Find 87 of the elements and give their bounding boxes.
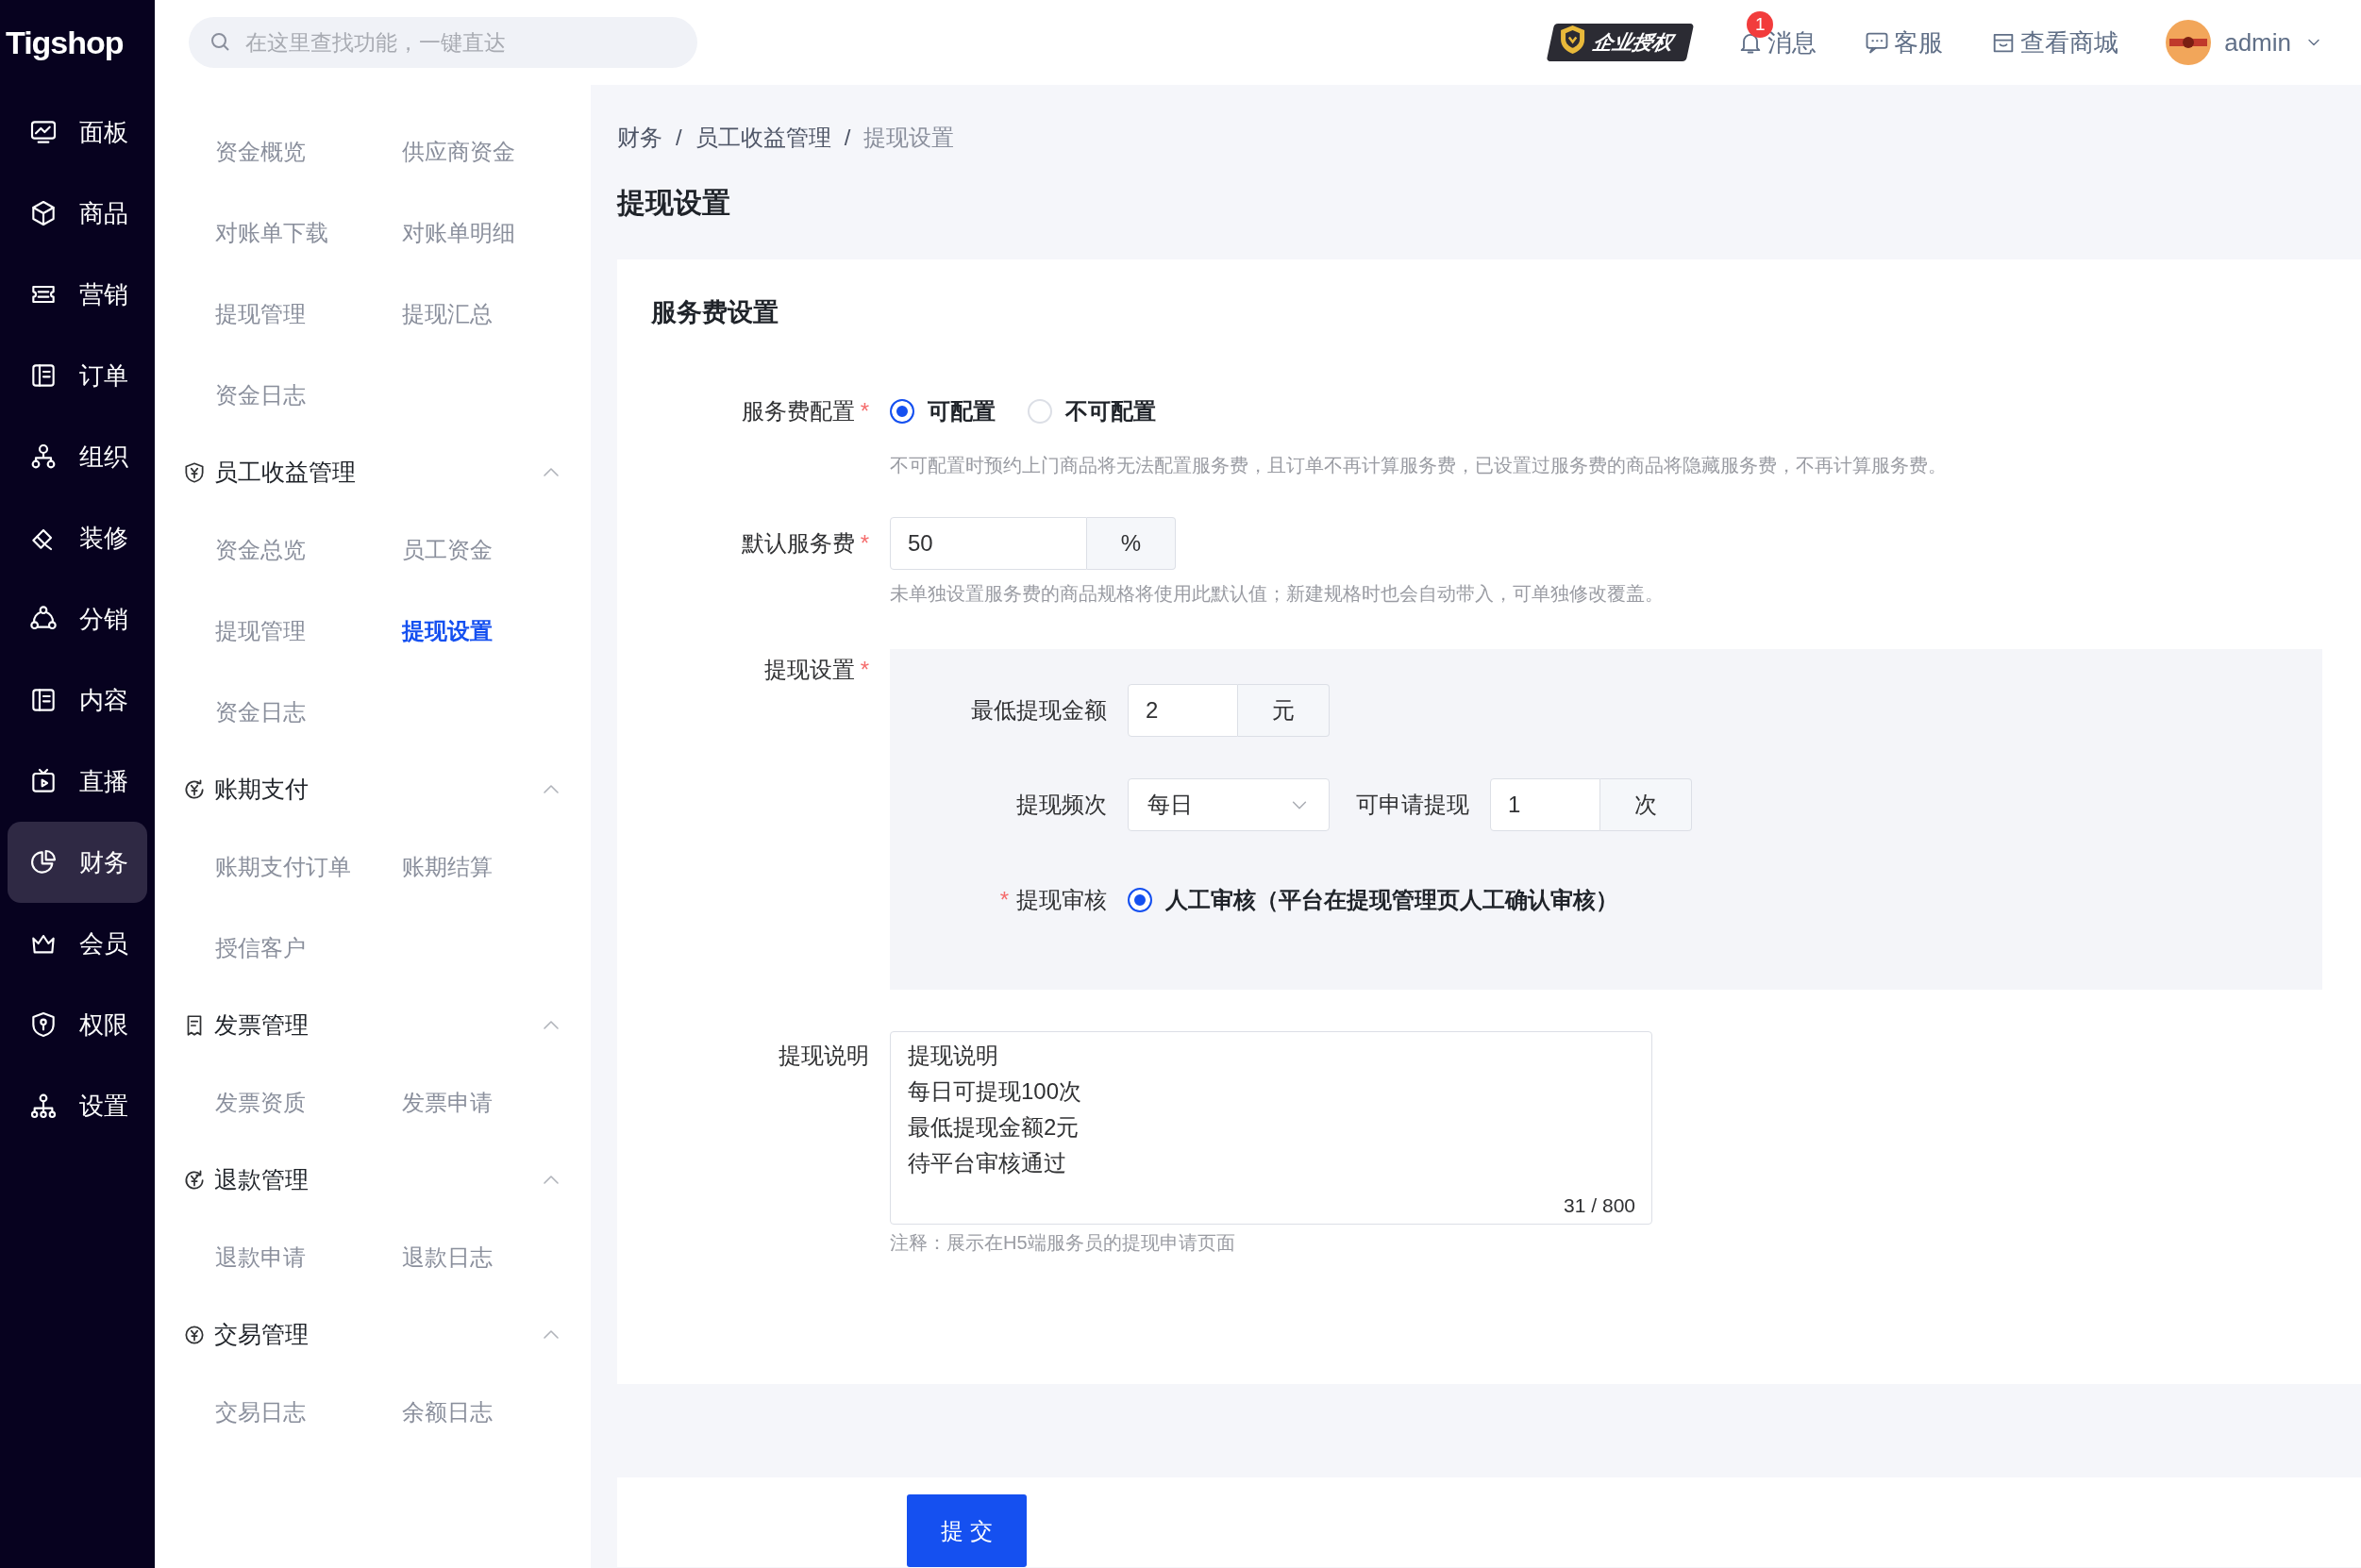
sidebar-item[interactable]: 内容 [8,659,147,741]
sidebar-item[interactable]: 权限 [8,984,147,1065]
submenu-item[interactable]: 提现汇总 [402,274,589,355]
sidebar-item[interactable]: 营销 [8,254,147,335]
submenu-item[interactable]: 资金概览 [215,111,402,192]
help-text: 不可配置时预约上门商品将无法配置服务费，且订单不再计算服务费，已设置过服务费的商品将隐藏服务费，不再计算服务费。 [890,453,1947,477]
text-line: 每日可提现100次 [908,1076,1082,1106]
field-label: 可申请提现 [1356,791,1469,817]
section-title: 服务费设置 [651,297,779,328]
submenu-item[interactable]: 提现管理 [215,274,402,355]
field-label: 提现审核 [1016,886,1107,912]
shield-yen-icon [182,460,207,485]
submenu-item[interactable]: 余额日志 [402,1372,589,1453]
help-text: 注释：展示在H5端服务员的提现申请页面 [890,1230,1236,1255]
field-label: 提现设置 [763,656,855,682]
submenu-item[interactable]: 交易日志 [215,1372,402,1453]
submenu-item[interactable]: 对账单明细 [402,192,589,274]
submenu-item[interactable]: 资金日志 [215,355,402,436]
store-link[interactable]: 查看商城 [1990,24,2119,61]
logo: Tigshop [6,23,124,62]
submenu-item[interactable]: 账期结算 [402,826,589,908]
sidebar-item[interactable]: 财务 [8,822,147,903]
unit-addon: % [1087,516,1176,570]
fee-input[interactable]: 50 [890,516,1087,570]
breadcrumb-separator: / [676,124,682,152]
submenu-item[interactable]: 对账单下载 [215,192,402,274]
submenu-item[interactable]: 供应商资金 [402,111,589,192]
menu-group-header[interactable]: 退款管理 [155,1143,591,1217]
sidebar-item[interactable]: 分销 [8,578,147,659]
submenu-item[interactable]: 账期支付订单 [215,826,402,908]
sidebar-item[interactable]: 组织 [8,416,147,497]
text-line: 最低提现金额2元 [908,1112,1080,1142]
sidebar-item[interactable]: 面板 [8,92,147,173]
menu-group-header[interactable]: 员工收益管理 [155,436,591,509]
field-label: 提现说明 [779,1042,869,1068]
count-input[interactable]: 1 [1490,777,1600,831]
search-field[interactable]: 在这里查找功能，一键直达 [189,17,697,68]
submenu-item[interactable]: 提现管理 [215,591,402,672]
radio-button[interactable] [890,398,914,424]
breadcrumb-item[interactable]: 员工收益管理 [695,121,831,155]
breadcrumb-separator: / [844,124,851,152]
submenu-item[interactable]: 发票资质 [215,1062,402,1143]
page-title: 提现设置 [617,186,731,220]
menu-group-header[interactable]: 账期支付 [155,753,591,826]
submenu-item[interactable]: 提现设置 [402,591,589,672]
text-line: 待平台审核通过 [908,1148,1066,1177]
required-mark: * [999,886,1009,912]
required-mark: * [860,529,869,556]
submenu-item[interactable]: 员工资金 [402,509,589,591]
field-label: 提现频次 [1016,791,1107,817]
submenu-item[interactable]: 发票申请 [402,1062,589,1143]
required-mark: * [860,397,869,424]
help-text: 未单独设置服务费的商品规格将使用此默认值；新建规格时也会自动带入，可单独修改覆盖。 [890,581,1664,606]
option-label: 人工审核（平台在提现管理页人工确认审核） [1165,885,1618,914]
radio-button[interactable] [1128,887,1152,912]
text-line: 提现说明 [908,1041,998,1070]
frequency-select[interactable]: 每日 [1128,777,1330,831]
sidebar-item[interactable]: 会员 [8,903,147,984]
field-label: 最低提现金额 [971,696,1107,723]
option-label: 可配置 [928,396,996,425]
avatar [2166,20,2212,65]
shield-icon [1558,24,1587,57]
unit-addon: 次 [1600,777,1692,831]
field-label: 服务费配置 [741,397,855,424]
submenu-item[interactable]: 资金日志 [215,672,402,753]
amount-input[interactable]: 2 [1128,683,1238,737]
submenu-item[interactable]: 退款申请 [215,1217,402,1298]
sidebar-item[interactable]: 直播 [8,741,147,822]
submenu-item[interactable]: 授信客户 [215,908,402,989]
field-label: 默认服务费 [741,529,855,556]
sidebar-item[interactable]: 订单 [8,335,147,416]
menu-group-header[interactable]: 交易管理 [155,1298,591,1372]
service-link[interactable]: 客服 [1864,24,1944,61]
breadcrumb-item[interactable]: 财务 [617,121,662,155]
submit-button[interactable]: 提 交 [907,1494,1027,1567]
user-menu[interactable]: admin [2166,20,2323,65]
sidebar-item[interactable]: 设置 [8,1065,147,1146]
sidebar-item[interactable]: 商品 [8,173,147,254]
breadcrumb-item: 提现设置 [863,124,955,152]
unit-addon: 元 [1238,683,1330,737]
required-mark: * [860,656,869,682]
menu-group-header[interactable]: 发票管理 [155,989,591,1062]
sidebar-item[interactable]: 装修 [8,497,147,578]
submenu-item[interactable]: 退款日志 [402,1217,589,1298]
license-tag: 企业授权 [1546,24,1695,61]
option-label: 不可配置 [1065,396,1156,425]
submenu-item[interactable]: 资金总览 [215,509,402,591]
